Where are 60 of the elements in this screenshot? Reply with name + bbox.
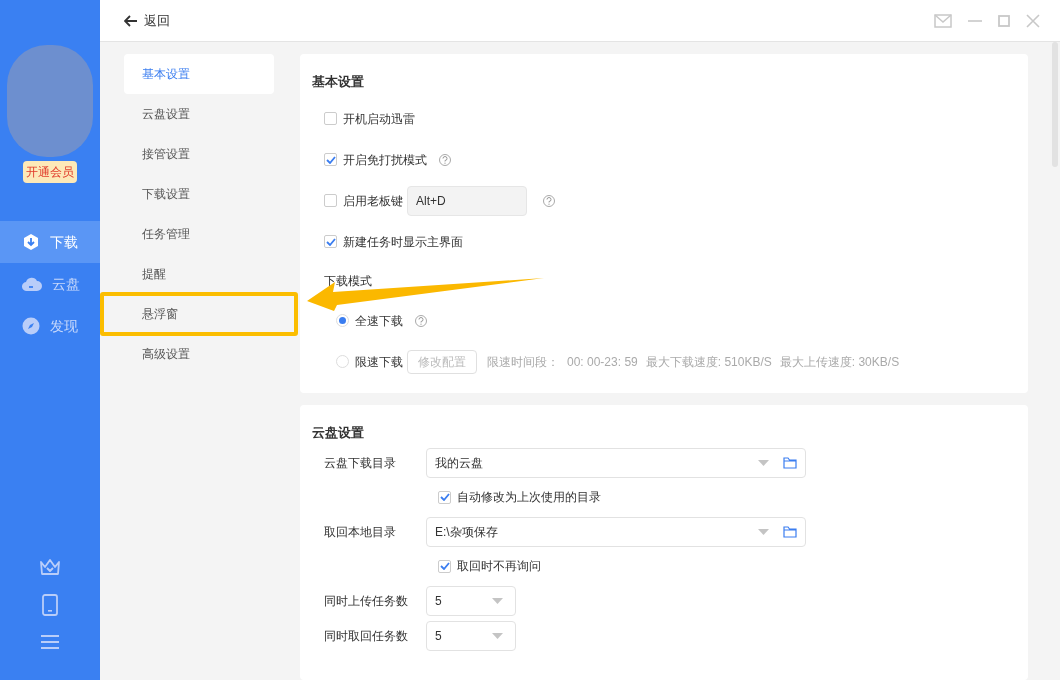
option-label: 新建任务时显示主界面 — [343, 233, 463, 251]
checkbox[interactable] — [324, 194, 337, 207]
option-label: 开启免打扰模式 — [343, 151, 427, 169]
shortcut-field[interactable]: Alt+D — [407, 185, 527, 216]
checkbox[interactable] — [324, 153, 337, 166]
limit-info: 00: 00-23: 59 — [567, 353, 638, 371]
option-label: 全速下载 — [355, 312, 403, 330]
dropdown[interactable]: E:\杂项保存 — [426, 516, 806, 547]
settings-nav-item[interactable]: 任务管理 — [124, 214, 274, 254]
checkbox[interactable] — [438, 559, 451, 573]
field-label: 下载模式 — [324, 273, 372, 290]
cloud-icon — [22, 276, 42, 292]
menu-icon[interactable] — [41, 634, 59, 650]
dropdown[interactable]: 5 — [426, 585, 516, 616]
mail-icon[interactable] — [934, 13, 952, 28]
limit-info: 最大上传速度: 30KB/S — [779, 353, 900, 371]
limit-info: 限速时间段： — [487, 353, 559, 371]
settings-nav-item[interactable]: 提醒 — [124, 254, 274, 294]
section-title: 基本设置 — [312, 73, 365, 91]
back-arrow-icon — [124, 14, 138, 27]
section-title: 云盘设置 — [312, 424, 365, 443]
checkbox[interactable] — [324, 235, 337, 248]
member-badge[interactable]: 开通会员 — [23, 161, 77, 183]
maximize-icon[interactable] — [998, 14, 1010, 27]
settings-nav-item[interactable]: 高级设置 — [124, 334, 274, 374]
dropdown[interactable]: 5 — [426, 620, 516, 651]
compass-icon — [22, 317, 40, 335]
settings-nav-item[interactable]: 悬浮窗 — [124, 294, 274, 334]
checkbox[interactable] — [324, 112, 337, 125]
back-button[interactable]: 返回 — [124, 10, 170, 31]
field-label: 同时上传任务数 — [324, 592, 409, 610]
folder-icon[interactable] — [783, 456, 797, 469]
download-icon — [22, 233, 40, 251]
settings-nav-item[interactable]: 基本设置 — [124, 54, 274, 94]
settings-nav-item[interactable]: 下载设置 — [124, 174, 274, 214]
limit-info: 最大下载速度: 510KB/S — [645, 353, 772, 371]
option-label: 取回时不再询问 — [457, 558, 541, 576]
caret-icon — [758, 528, 769, 535]
field-label: 同时取回任务数 — [324, 627, 409, 645]
option-label: 自动修改为上次使用的目录 — [457, 489, 601, 507]
close-icon[interactable] — [1026, 13, 1040, 28]
caret-icon — [758, 459, 769, 466]
help-icon[interactable] — [543, 194, 555, 207]
option-label: 限速下载 — [355, 353, 403, 371]
option-label: 开机启动迅雷 — [343, 110, 415, 128]
option-label: 启用老板键 — [343, 192, 403, 210]
help-icon[interactable] — [415, 314, 427, 327]
checkbox[interactable] — [438, 490, 451, 504]
settings-nav-item[interactable]: 接管设置 — [124, 134, 274, 174]
caret-icon — [492, 597, 503, 604]
dropdown[interactable]: 我的云盘 — [426, 447, 806, 478]
settings-nav-item[interactable]: 云盘设置 — [124, 94, 274, 134]
field-label: 取回本地目录 — [324, 523, 397, 541]
phone-icon[interactable] — [42, 594, 58, 616]
crown-icon[interactable] — [39, 558, 61, 576]
caret-icon — [492, 632, 503, 639]
scrollbar[interactable] — [1052, 42, 1058, 167]
help-icon[interactable] — [439, 153, 451, 166]
folder-icon[interactable] — [783, 525, 797, 538]
field-label: 云盘下载目录 — [324, 454, 397, 472]
